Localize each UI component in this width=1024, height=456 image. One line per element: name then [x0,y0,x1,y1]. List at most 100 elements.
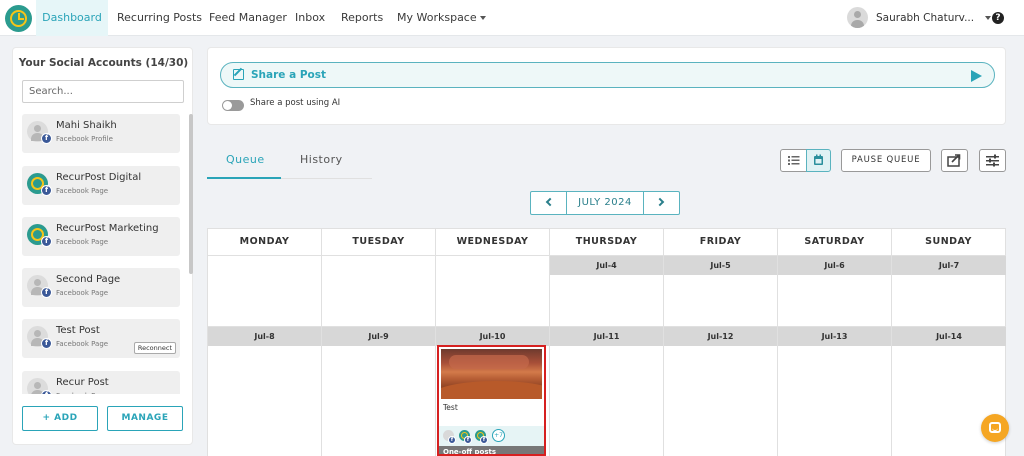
export-button[interactable] [941,149,968,172]
active-tab-indicator [207,177,281,179]
date-bar-jul-7: Jul-7 [892,256,1006,275]
facebook-icon: f [464,436,472,444]
social-accounts-panel: Your Social Accounts (14/30) f Mahi Shai… [12,47,193,445]
export-icon [947,154,961,167]
account-item[interactable]: f Mahi Shaikh Facebook Profile [22,114,180,153]
facebook-icon: f [41,185,52,196]
chevron-left-icon [545,197,555,207]
day-header-monday: MONDAY [239,236,290,247]
help-icon[interactable]: ? [992,12,1004,24]
user-menu[interactable]: Saurabh Chaturv... [876,0,992,36]
account-type: Facebook Page [56,340,109,348]
facebook-icon: f [41,236,52,247]
settings-button[interactable] [979,149,1006,172]
date-bar-jul-9: Jul-9 [322,327,435,346]
nav-my-workspace[interactable]: My Workspace [397,0,486,36]
day-header-sunday: SUNDAY [925,236,972,247]
post-category-label: One-off posts [439,446,544,454]
post-card[interactable]: Test f f f +7 One-off posts [437,345,546,456]
account-item[interactable]: f Recur Post Facebook Page [22,371,180,394]
day-header-thursday: THURSDAY [575,236,638,247]
chevron-down-icon [985,16,992,20]
next-month-button[interactable] [643,192,679,214]
account-name: Test Post [56,325,100,336]
social-accounts-title: Your Social Accounts (14/30) [18,57,189,69]
account-search-input[interactable] [22,80,184,103]
date-bar-jul-6: Jul-6 [778,256,891,275]
calendar-view-icon [814,154,823,165]
date-bar-jul-5: Jul-5 [664,256,777,275]
account-name: Mahi Shaikh [56,120,117,131]
nav-feed-manager[interactable]: Feed Manager [209,0,287,36]
chevron-down-icon [479,16,486,20]
nav-reports[interactable]: Reports [341,0,383,36]
date-bar-jul-13: Jul-13 [778,327,891,346]
reconnect-button[interactable]: Reconnect [133,342,176,354]
day-header-saturday: SATURDAY [804,236,865,247]
account-item[interactable]: f Test Post Facebook Page Reconnect [22,319,180,358]
settings-sliders-icon [986,154,999,167]
nav-recurring-posts[interactable]: Recurring Posts [117,0,202,36]
facebook-icon: f [41,133,52,144]
calendar-grid: MONDAY TUESDAY WEDNESDAY THURSDAY FRIDAY… [207,228,1006,456]
edit-icon [233,69,244,80]
account-list-scrollbar[interactable] [189,114,193,274]
account-item[interactable]: f RecurPost Digital Facebook Page [22,166,180,205]
account-type: Facebook Page [56,238,109,246]
user-name: Saurabh Chaturv... [876,12,975,24]
day-header-wednesday: WEDNESDAY [456,236,529,247]
more-accounts-badge[interactable]: +7 [492,429,505,442]
nav-inbox[interactable]: Inbox [295,0,325,36]
account-name: RecurPost Digital [56,172,142,183]
facebook-icon: f [41,338,52,349]
account-list: f Mahi Shaikh Facebook Profile f RecurPo… [22,114,190,394]
ai-share-toggle-label: Share a post using AI [250,98,341,108]
manage-accounts-button[interactable]: MANAGE [107,406,183,431]
list-view-button[interactable] [780,149,807,172]
share-post-panel: Share a Post Share a post using AI [207,47,1006,125]
share-post-box[interactable]: Share a Post [220,62,995,88]
user-avatar-icon[interactable] [847,7,868,28]
send-icon[interactable] [971,70,982,82]
month-navigator: JULY 2024 [530,191,680,215]
pause-queue-button[interactable]: PAUSE QUEUE [841,149,931,172]
account-name: Recur Post [56,377,109,388]
chevron-right-icon [655,197,665,207]
date-bar-jul-11: Jul-11 [550,327,663,346]
account-type: Facebook Profile [56,135,113,143]
account-type: Facebook Page [56,392,108,394]
facebook-icon: f [480,436,488,444]
facebook-icon: f [41,390,52,394]
share-post-label: Share a Post [251,69,326,81]
account-item[interactable]: f Second Page Facebook Page [22,268,180,307]
post-accounts: f f f +7 [439,426,544,446]
chat-icon[interactable] [981,414,1009,442]
day-header-friday: FRIDAY [699,236,742,247]
account-type: Facebook Page [56,289,109,297]
facebook-icon: f [448,436,456,444]
date-bar-jul-10: Jul-10 [436,327,549,346]
account-name: RecurPost Marketing [56,223,159,234]
nav-dashboard[interactable]: Dashboard [36,0,108,36]
date-bar-jul-12: Jul-12 [664,327,777,346]
add-account-button[interactable]: + ADD [22,406,98,431]
recurpost-logo-icon[interactable] [5,5,32,32]
date-bar-jul-4: Jul-4 [550,256,663,275]
top-navigation: Dashboard Recurring Posts Feed Manager I… [0,0,1024,36]
account-name: Second Page [56,274,121,285]
facebook-icon: f [41,287,52,298]
account-item[interactable]: f RecurPost Marketing Facebook Page [22,217,180,256]
date-bar-jul-14: Jul-14 [892,327,1006,346]
tab-history[interactable]: History [300,153,343,166]
date-bar-jul-8: Jul-8 [208,327,321,346]
post-text: Test [443,403,458,412]
tab-queue[interactable]: Queue [226,153,265,166]
post-image [441,349,542,399]
previous-month-button[interactable] [531,192,567,214]
day-header-tuesday: TUESDAY [352,236,405,247]
calendar-view-button[interactable] [806,149,831,172]
ai-share-toggle[interactable] [222,100,244,111]
list-view-icon [788,156,800,165]
account-type: Facebook Page [56,187,109,195]
current-month-label: JULY 2024 [578,197,632,208]
